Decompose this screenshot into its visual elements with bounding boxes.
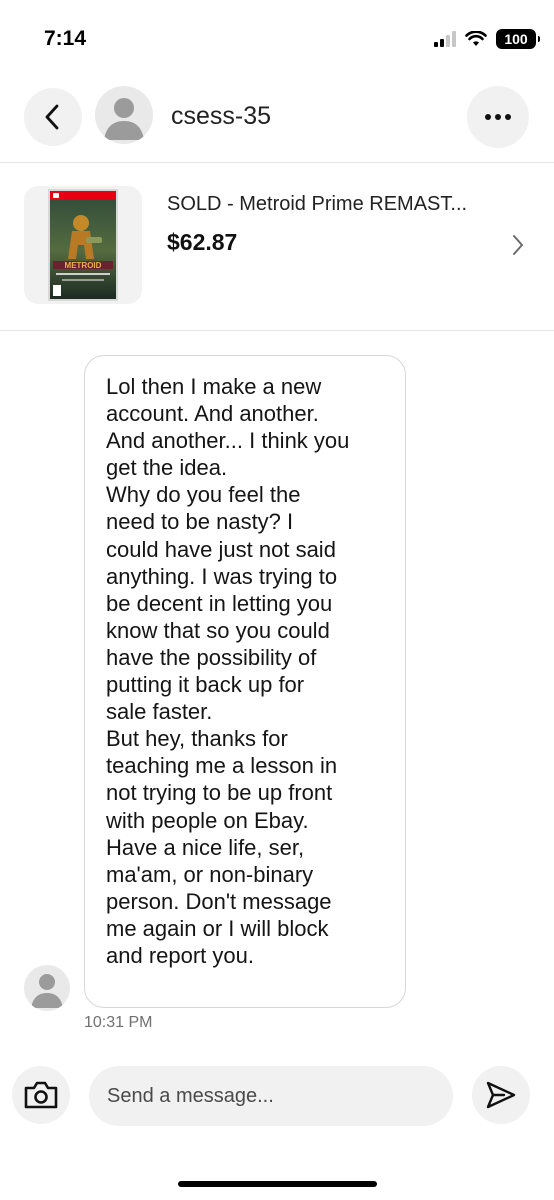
user-avatar[interactable] bbox=[95, 86, 153, 144]
send-button[interactable] bbox=[472, 1066, 530, 1124]
back-button[interactable] bbox=[24, 88, 82, 146]
item-thumbnail[interactable]: METROID bbox=[24, 186, 142, 304]
camera-button[interactable] bbox=[12, 1066, 70, 1124]
more-options-button[interactable] bbox=[467, 86, 529, 148]
item-divider bbox=[0, 330, 554, 331]
item-chevron-right-icon[interactable] bbox=[512, 234, 524, 261]
box-art-title: METROID bbox=[65, 261, 102, 270]
conversation-username[interactable]: csess-35 bbox=[171, 102, 271, 131]
wifi-icon bbox=[465, 31, 487, 46]
game-box-art: METROID bbox=[48, 189, 118, 301]
signal-icon bbox=[434, 31, 456, 47]
header-divider bbox=[0, 162, 554, 163]
message-bubble[interactable]: Lol then I make a new account. And anoth… bbox=[84, 355, 406, 1008]
home-indicator bbox=[178, 1181, 377, 1187]
chevron-right-icon bbox=[513, 235, 523, 255]
message-input[interactable] bbox=[89, 1066, 453, 1126]
status-time: 7:14 bbox=[44, 27, 87, 50]
status-icons: 100 bbox=[434, 28, 540, 50]
message-timestamp: 10:31 PM bbox=[84, 1014, 153, 1031]
sender-avatar[interactable] bbox=[24, 965, 70, 1011]
ellipsis-icon bbox=[485, 114, 511, 120]
item-price: $62.87 bbox=[167, 229, 238, 255]
chevron-left-icon bbox=[45, 104, 59, 130]
person-icon bbox=[31, 974, 63, 1008]
send-icon bbox=[486, 1081, 516, 1109]
message-text: Lol then I make a new account. And anoth… bbox=[106, 374, 350, 968]
person-icon bbox=[104, 98, 144, 140]
camera-icon bbox=[24, 1081, 58, 1109]
item-title[interactable]: SOLD - Metroid Prime REMAST... bbox=[167, 193, 467, 216]
battery-indicator: 100 bbox=[496, 29, 540, 49]
